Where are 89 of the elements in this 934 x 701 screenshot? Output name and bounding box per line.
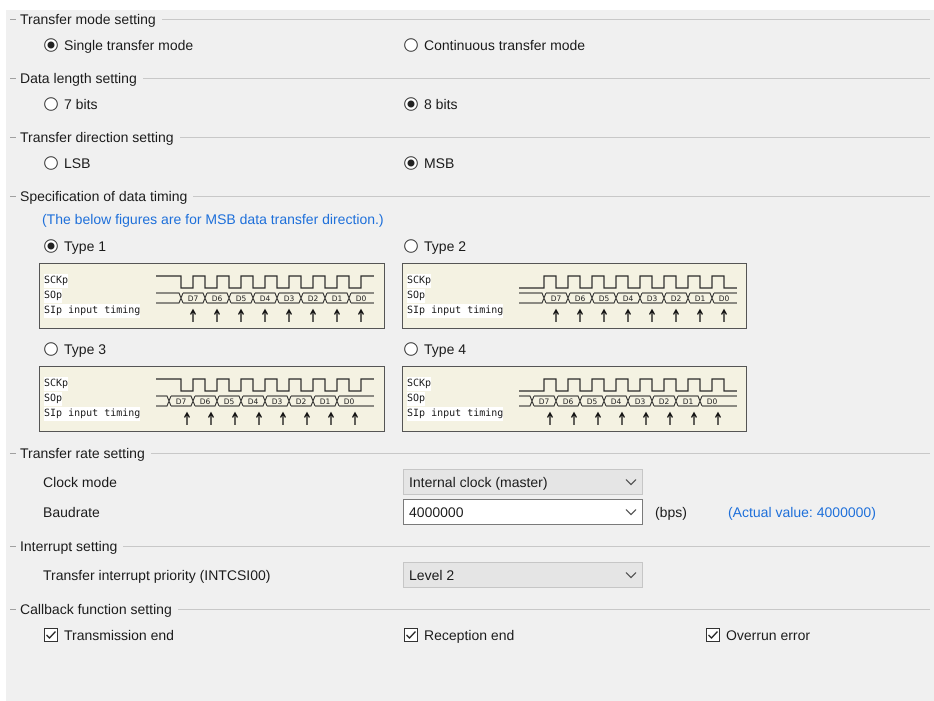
arrow-up-icon [256, 412, 262, 426]
radio-button[interactable] [404, 342, 418, 356]
arrow-up-icon [624, 308, 632, 323]
option-label: Reception end [424, 626, 514, 645]
signal-label: SOp [407, 289, 426, 303]
option-label: Overrun error [726, 626, 810, 644]
note-text: (Actual value: 4000000) [728, 502, 876, 522]
arrow-up-icon [570, 412, 578, 426]
arrow-up-icon [690, 412, 698, 426]
arrow-up-icon [262, 308, 268, 323]
combo-box[interactable]: 4000000 [403, 499, 643, 525]
field-label: Baudrate [43, 502, 101, 522]
field-label: Clock mode [43, 472, 118, 492]
arrow-up-icon [714, 412, 722, 426]
arrow-up-icon [576, 308, 584, 323]
arrow-up-icon [280, 412, 286, 426]
signal-label: SIp input timing [407, 407, 504, 421]
option-label: 8 bits [424, 94, 458, 114]
arrow-up-icon [642, 412, 650, 426]
field-label: Transfer interrupt priority (INTCSI00) [43, 566, 272, 585]
checkbox[interactable] [706, 628, 720, 642]
group-title: Transfer mode setting [20, 10, 156, 29]
option-label: MSB [424, 154, 454, 172]
radio-button[interactable] [44, 38, 58, 52]
signal-label: SCKp [407, 274, 432, 288]
arrow-up-icon [696, 308, 704, 323]
radio-button[interactable] [404, 239, 418, 253]
option-label: Type 2 [424, 236, 466, 256]
option-label: LSB [64, 154, 90, 172]
arrow-up-icon [232, 412, 238, 426]
arrow-up-icon [310, 308, 316, 323]
signal-label: SOp [407, 392, 426, 406]
arrow-up-icon [214, 308, 220, 323]
radio-button[interactable] [44, 342, 58, 356]
option-label: Transmission end [64, 626, 174, 644]
arrow-up-icon [352, 412, 358, 426]
option-label: Single transfer mode [64, 36, 194, 55]
chevron-down-icon [625, 478, 637, 486]
radio-button[interactable] [404, 156, 418, 170]
chevron-down-icon [625, 571, 637, 579]
signal-label: SCKp [44, 377, 68, 391]
radio-button[interactable] [404, 38, 418, 52]
radio-button[interactable] [44, 239, 58, 253]
arrow-up-icon [238, 308, 244, 323]
chevron-down-icon [625, 508, 637, 516]
checkbox[interactable] [404, 628, 418, 642]
signal-label: SCKp [407, 377, 432, 391]
dropdown[interactable]: Level 2 [403, 562, 643, 588]
radio-button[interactable] [404, 97, 418, 111]
arrow-up-icon [190, 308, 196, 323]
signal-label: SOp [44, 392, 62, 406]
signal-label: SOp [44, 289, 62, 303]
signal-label: SIp input timing [44, 407, 140, 421]
group-title: Transfer rate setting [20, 444, 145, 463]
note-text: (The below figures are for MSB data transfer direction.) [42, 210, 384, 229]
arrow-up-icon [720, 308, 728, 323]
arrow-up-icon [328, 412, 334, 426]
option-label: 7 bits [64, 94, 98, 114]
group-title: Interrupt setting [20, 536, 118, 556]
arrow-up-icon [334, 308, 340, 323]
arrow-up-icon [304, 412, 310, 426]
checkbox[interactable] [44, 628, 58, 642]
signal-label: SIp input timing [44, 304, 140, 318]
option-label: Continuous transfer mode [424, 36, 586, 54]
group-title: Data length setting [20, 68, 137, 88]
group-title: Specification of data timing [20, 186, 188, 206]
unit-label: (bps) [655, 502, 688, 522]
arrow-up-icon [618, 412, 626, 426]
option-label: Type 3 [64, 340, 106, 359]
signal-label: SIp input timing [407, 304, 504, 318]
arrow-up-icon [666, 412, 674, 426]
signal-label: SCKp [44, 274, 68, 288]
arrow-up-icon [648, 308, 656, 323]
dropdown[interactable]: Internal clock (master) [403, 469, 643, 495]
arrow-up-icon [358, 308, 364, 323]
arrow-up-icon [546, 412, 554, 426]
radio-button[interactable] [44, 156, 58, 170]
arrow-up-icon [208, 412, 214, 426]
group-title: Callback function setting [20, 600, 172, 619]
arrow-up-icon [286, 308, 292, 323]
group-title: Transfer direction setting [20, 128, 174, 147]
arrow-up-icon [184, 412, 190, 426]
arrow-up-icon [600, 308, 608, 323]
option-label: Type 1 [64, 236, 106, 256]
option-label: Type 4 [424, 340, 466, 359]
arrow-up-icon [672, 308, 680, 323]
radio-button[interactable] [44, 97, 58, 111]
arrow-up-icon [552, 308, 560, 323]
arrow-up-icon [594, 412, 602, 426]
